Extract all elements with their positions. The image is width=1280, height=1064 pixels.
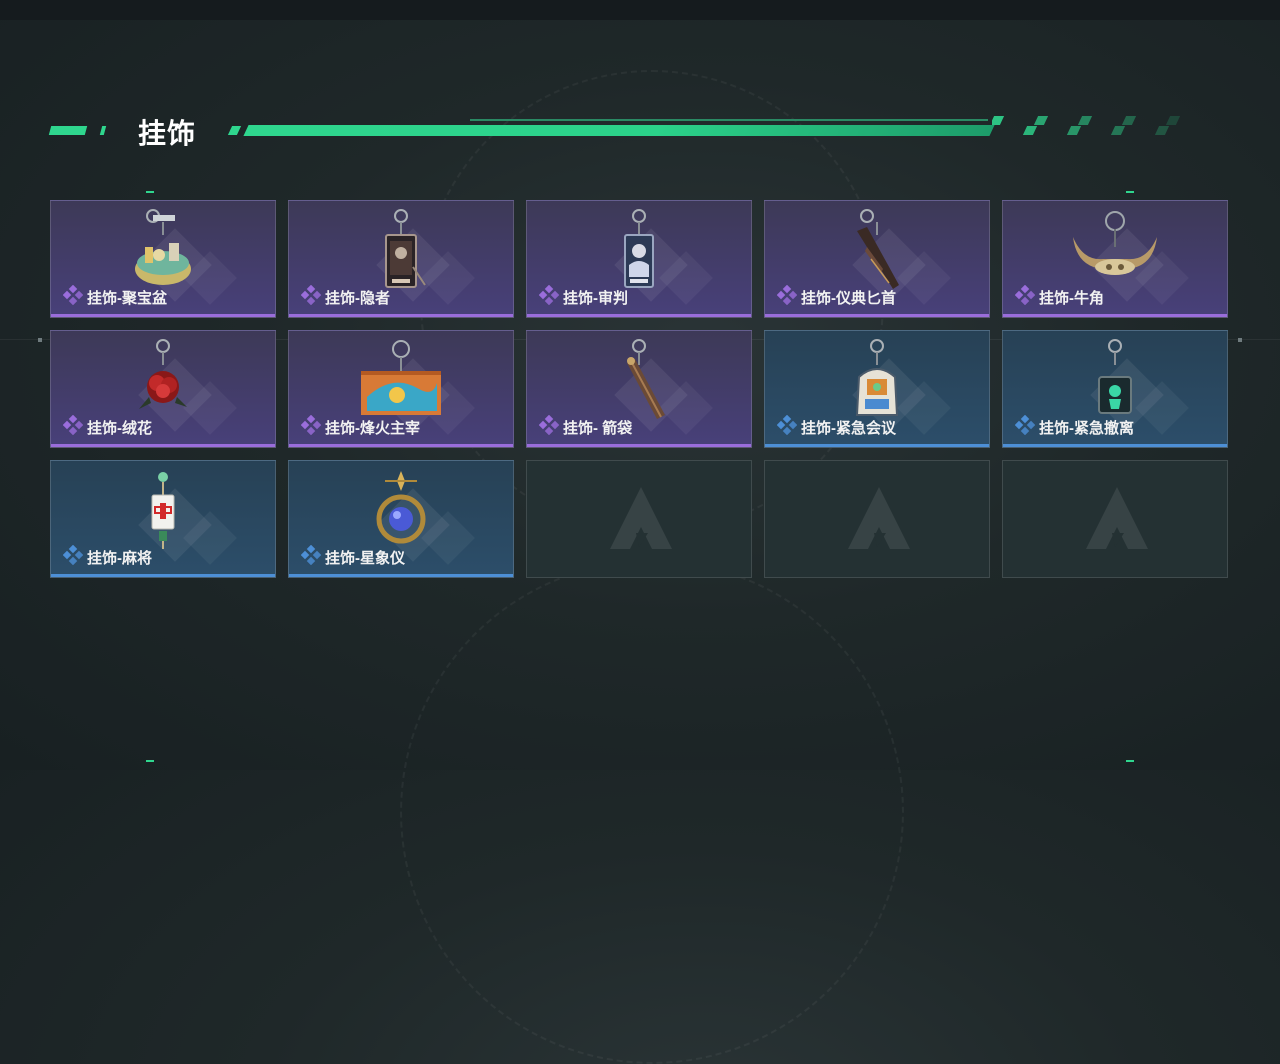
rarity-bar [1003, 444, 1227, 447]
rarity-diamond-icon [300, 414, 322, 440]
checker-square [1066, 126, 1082, 135]
header-accent [99, 126, 107, 135]
rarity-bar [289, 314, 513, 317]
rarity-diamond-icon [62, 284, 84, 310]
charm-card[interactable]: 挂饰-紧急撤离 [1002, 330, 1228, 448]
charm-card[interactable]: 挂饰-星象仪 [288, 460, 514, 578]
rarity-diamond-icon [62, 414, 84, 440]
empty-slot-logo-icon [606, 483, 676, 562]
checker-square [1121, 116, 1137, 125]
checker-square [1165, 116, 1181, 125]
charm-label: 挂饰-仪典匕首 [776, 284, 896, 310]
checker-square [992, 116, 1005, 125]
corner-tick [1126, 760, 1134, 762]
rarity-diamond-icon [538, 414, 560, 440]
rarity-bar [1003, 314, 1227, 317]
side-marker [38, 338, 42, 342]
charm-card[interactable]: 挂饰-紧急会议 [764, 330, 990, 448]
header-accent [227, 126, 242, 135]
corner-tick [1126, 191, 1134, 193]
charm-name: 挂饰-绒花 [87, 420, 152, 437]
rarity-diamond-icon [300, 544, 322, 570]
header-checker-pattern [992, 116, 1202, 136]
charm-card[interactable]: 挂饰-审判 [526, 200, 752, 318]
rarity-diamond-icon [776, 414, 798, 440]
charm-label: 挂饰-麻将 [62, 544, 152, 570]
charm-name: 挂饰-隐者 [325, 290, 390, 307]
checker-square [1033, 116, 1049, 125]
rarity-bar [527, 314, 751, 317]
charm-label: 挂饰-绒花 [62, 414, 152, 440]
charm-label: 挂饰- 箭袋 [538, 414, 633, 440]
charm-card[interactable]: 挂饰-仪典匕首 [764, 200, 990, 318]
header-accent [48, 126, 88, 135]
charm-card[interactable]: 挂饰-牛角 [1002, 200, 1228, 318]
top-bar [0, 0, 1280, 20]
corner-tick [146, 760, 154, 762]
rarity-diamond-icon [1014, 284, 1036, 310]
charm-card[interactable]: 挂饰- 箭袋 [526, 330, 752, 448]
section-header: 挂饰 [48, 112, 1210, 152]
charm-label: 挂饰-星象仪 [300, 544, 405, 570]
rarity-diamond-icon [776, 284, 798, 310]
empty-slot [764, 460, 990, 578]
side-marker [1238, 338, 1242, 342]
rarity-diamond-icon [62, 544, 84, 570]
charm-label: 挂饰-烽火主宰 [300, 414, 420, 440]
charm-name: 挂饰-紧急撤离 [1039, 420, 1134, 437]
checker-square [1110, 126, 1126, 135]
charm-name: 挂饰-麻将 [87, 550, 152, 567]
header-progress-bar [243, 125, 995, 136]
charm-label: 挂饰-隐者 [300, 284, 390, 310]
charm-label: 挂饰-牛角 [1014, 284, 1104, 310]
rarity-bar [289, 444, 513, 447]
charm-name: 挂饰-审判 [563, 290, 628, 307]
empty-slot-logo-icon [844, 483, 914, 562]
charm-name: 挂饰-仪典匕首 [801, 290, 896, 307]
charm-label: 挂饰-紧急会议 [776, 414, 896, 440]
section-title: 挂饰 [138, 118, 197, 149]
charm-name: 挂饰-星象仪 [325, 550, 405, 567]
charm-label: 挂饰-聚宝盆 [62, 284, 167, 310]
checker-square [1154, 126, 1170, 135]
charm-name: 挂饰-烽火主宰 [325, 420, 420, 437]
charm-card[interactable]: 挂饰-隐者 [288, 200, 514, 318]
corner-tick [146, 191, 154, 193]
charm-name: 挂饰-聚宝盆 [87, 290, 167, 307]
rarity-bar [51, 314, 275, 317]
charm-card[interactable]: 挂饰-麻将 [50, 460, 276, 578]
rarity-bar [51, 574, 275, 577]
charm-name: 挂饰-牛角 [1039, 290, 1104, 307]
charm-card[interactable]: 挂饰-聚宝盆 [50, 200, 276, 318]
rarity-bar [765, 314, 989, 317]
charm-label: 挂饰-紧急撤离 [1014, 414, 1134, 440]
rarity-bar [51, 444, 275, 447]
checker-square [1077, 116, 1093, 125]
rarity-bar [765, 444, 989, 447]
background-ring [400, 560, 904, 1064]
charm-card[interactable]: 挂饰-绒花 [50, 330, 276, 448]
charm-name: 挂饰- 箭袋 [563, 420, 633, 437]
empty-slot-logo-icon [1082, 483, 1152, 562]
empty-slot [526, 460, 752, 578]
rarity-diamond-icon [300, 284, 322, 310]
rarity-bar [289, 574, 513, 577]
charm-card[interactable]: 挂饰-烽火主宰 [288, 330, 514, 448]
header-line [470, 119, 988, 121]
rarity-diamond-icon [1014, 414, 1036, 440]
rarity-bar [527, 444, 751, 447]
empty-slot [1002, 460, 1228, 578]
charm-label: 挂饰-审判 [538, 284, 628, 310]
checker-square [1022, 126, 1038, 135]
charm-name: 挂饰-紧急会议 [801, 420, 896, 437]
rarity-diamond-icon [538, 284, 560, 310]
